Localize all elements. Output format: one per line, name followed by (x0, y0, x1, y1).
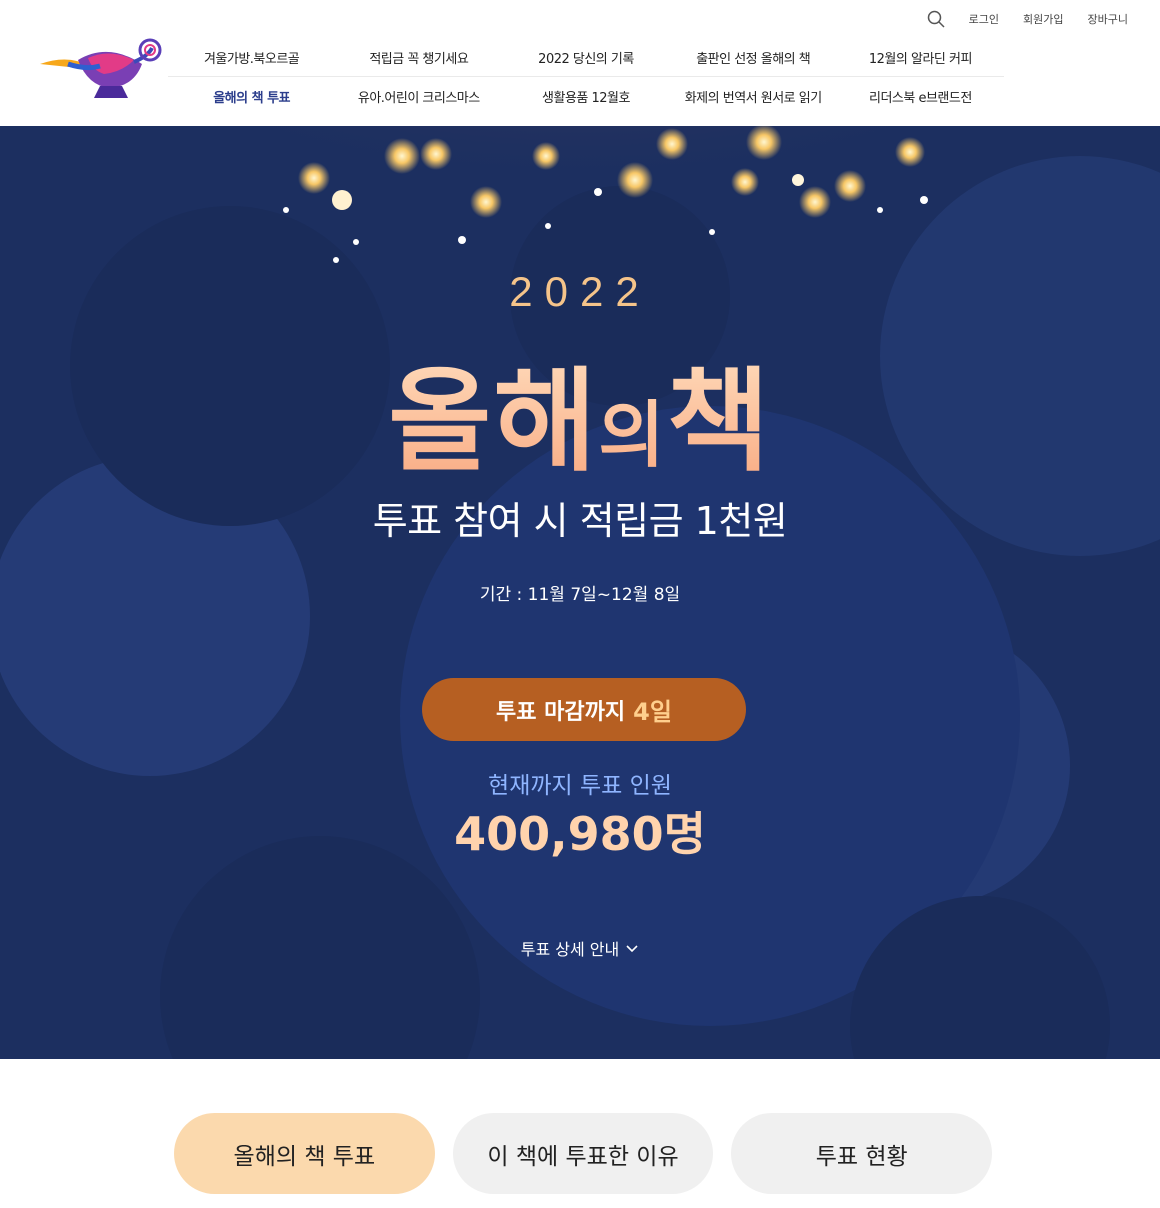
global-nav: 겨울가방.북오르골 적립금 꼭 챙기세요 2022 당신의 기록 출판인 선정 … (168, 38, 1004, 116)
tab-vote[interactable]: 올해의 책 투표 (174, 1113, 435, 1194)
deadline-days: 4일 (633, 698, 672, 726)
vote-count-label: 현재까지 투표 인원 (488, 773, 672, 799)
nav-row-1: 겨울가방.북오르골 적립금 꼭 챙기세요 2022 당신의 기록 출판인 선정 … (168, 38, 1004, 77)
hero-banner: 2022 올해의책 투표 참여 시 적립금 1천원 기간 : 11월 7일~12… (0, 126, 1160, 1059)
nav-row-2: 올해의 책 투표 유아.어린이 크리스마스 생활용품 12월호 화제의 번역서 … (168, 77, 1004, 116)
nav-item[interactable]: 2022 당신의 기록 (502, 48, 669, 67)
nav-item[interactable]: 출판인 선정 올해의 책 (670, 48, 837, 67)
nav-item[interactable]: 화제의 번역서 원서로 읽기 (670, 87, 837, 106)
utility-menu: 로그인 회원가입 장바구니 (927, 10, 1128, 28)
nav-item[interactable]: 적립금 꼭 챙기세요 (335, 48, 502, 67)
vote-detail-link[interactable]: 투표 상세 안내 (0, 936, 1160, 960)
login-link[interactable]: 로그인 (969, 11, 999, 27)
nav-item[interactable]: 겨울가방.북오르골 (168, 48, 335, 67)
vote-detail-label: 투표 상세 안내 (520, 940, 620, 959)
search-icon[interactable] (927, 10, 945, 28)
hero-year: 2022 (509, 268, 651, 315)
signup-link[interactable]: 회원가입 (1023, 11, 1063, 27)
cart-link[interactable]: 장바구니 (1088, 11, 1128, 27)
nav-item[interactable]: 리더스북 e브랜드전 (837, 87, 1004, 106)
title-part: 올해 (388, 357, 599, 487)
site-header: 로그인 회원가입 장바구니 겨울가방.북오르골 적립금 꼭 챙기세요 2022 … (0, 0, 1160, 126)
hero-title: 올해의책 (0, 331, 1160, 493)
deadline-prefix: 투표 마감까지 (496, 699, 626, 725)
tab-status[interactable]: 투표 현황 (731, 1113, 993, 1194)
title-part: 의 (598, 393, 667, 477)
deadline-button[interactable]: 투표 마감까지 4일 (422, 678, 746, 741)
title-part: 책 (666, 357, 772, 487)
nav-item-active[interactable]: 올해의 책 투표 (168, 87, 335, 106)
section-tabs: 올해의 책 투표 이 책에 투표한 이유 투표 현황 (174, 1113, 993, 1194)
nav-item[interactable]: 유아.어린이 크리스마스 (335, 87, 502, 106)
vote-count-value: 400,980명 (454, 807, 706, 861)
chevron-down-icon (626, 945, 638, 953)
tab-reasons[interactable]: 이 책에 투표한 이유 (452, 1113, 714, 1194)
event-period: 기간 : 11월 7일~12월 8일 (479, 585, 681, 605)
nav-item[interactable]: 12월의 알라딘 커피 (837, 48, 1004, 67)
nav-item[interactable]: 생활용품 12월호 (502, 87, 669, 106)
hero-subtitle: 투표 참여 시 적립금 1천원 (372, 499, 788, 543)
aladin-lamp-logo[interactable] (38, 36, 168, 102)
